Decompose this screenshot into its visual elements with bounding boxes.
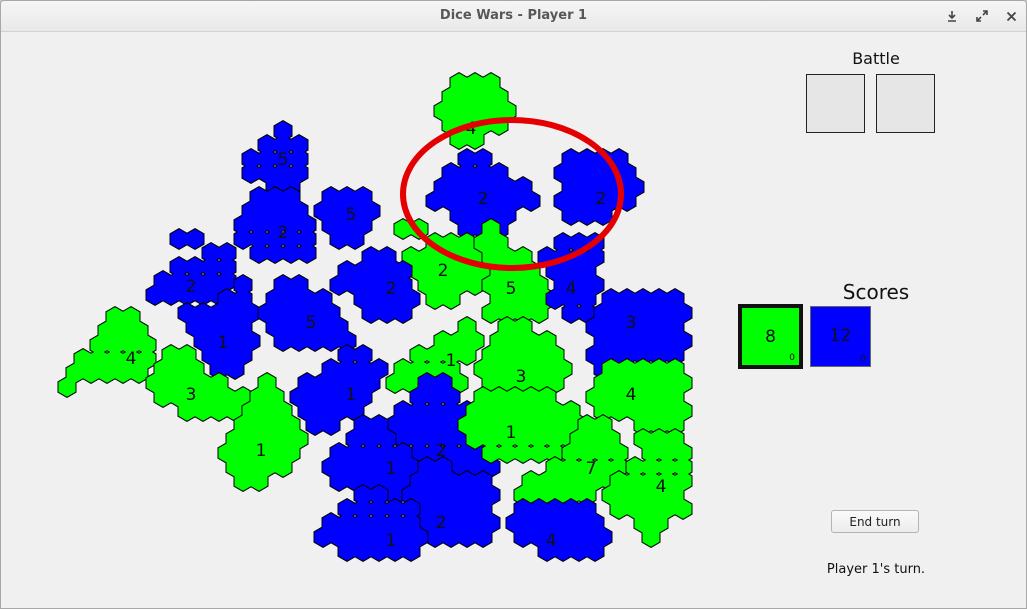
territory-blue[interactable]: 4 bbox=[505, 498, 613, 562]
score-value: 12 bbox=[829, 326, 852, 346]
dice-count: 5 bbox=[278, 150, 289, 170]
battle-label: Battle bbox=[852, 49, 900, 68]
dice-count: 2 bbox=[596, 189, 607, 209]
game-area: 45522222254153431311421174214 Battle Sco… bbox=[1, 32, 1026, 608]
scores-label: Scores bbox=[842, 280, 910, 304]
dice-count: 5 bbox=[306, 313, 317, 333]
close-icon[interactable] bbox=[1002, 7, 1020, 25]
game-map: 455222 222 5 415 34313114211 7421 4 bbox=[57, 72, 693, 562]
territory-blue[interactable]: 2 bbox=[553, 148, 645, 226]
status-text: Player 1's turn. bbox=[826, 562, 926, 577]
score-reserve: 0 bbox=[789, 353, 795, 363]
dice-count: 1 bbox=[256, 441, 267, 461]
battle-defender-box bbox=[876, 74, 935, 133]
maximize-icon[interactable] bbox=[973, 7, 991, 25]
window-title: Dice Wars - Player 1 bbox=[439, 8, 588, 23]
score-value: 8 bbox=[765, 327, 776, 347]
download-icon[interactable] bbox=[943, 7, 961, 25]
territory-blue[interactable]: 5 bbox=[313, 186, 381, 250]
dice-count: 1 bbox=[346, 385, 357, 405]
dice-count: 3 bbox=[186, 385, 197, 405]
dice-count: 2 bbox=[186, 277, 197, 297]
dice-count: 7 bbox=[586, 459, 597, 479]
territory-green[interactable]: 3 bbox=[473, 316, 573, 394]
territory-green[interactable]: 4 bbox=[57, 306, 157, 398]
dice-count: 2 bbox=[436, 513, 447, 533]
score-reserve: 0 bbox=[860, 354, 866, 364]
title-bar: Dice Wars - Player 1 bbox=[1, 1, 1026, 32]
dice-count: 4 bbox=[126, 349, 137, 369]
territory-blue[interactable]: 2 bbox=[233, 186, 317, 264]
dice-count: 1 bbox=[218, 333, 229, 353]
dice-count: 1 bbox=[386, 531, 397, 551]
dice-count: 4 bbox=[566, 279, 577, 299]
dice-count: 2 bbox=[438, 261, 449, 281]
dice-count: 1 bbox=[446, 351, 457, 371]
end-turn-button[interactable]: End turn bbox=[831, 510, 919, 533]
dice-count: 1 bbox=[386, 459, 397, 479]
dice-count: 2 bbox=[478, 189, 489, 209]
dice-count: 3 bbox=[516, 367, 527, 387]
battle-attacker-box bbox=[806, 74, 865, 133]
dice-count: 5 bbox=[506, 279, 517, 299]
score-player-2: 12 0 bbox=[810, 306, 871, 367]
dice-count: 5 bbox=[346, 205, 357, 225]
dice-count: 1 bbox=[506, 423, 517, 443]
score-player-1: 8 0 bbox=[738, 304, 803, 369]
dice-count: 2 bbox=[386, 279, 397, 299]
dice-count: 2 bbox=[278, 223, 289, 243]
dice-count: 4 bbox=[546, 531, 557, 551]
app-window: Dice Wars - Player 1 4 5 5 2 2 2 2 2 2 5 4 1 5 3 4 3 1 3 1… bbox=[0, 0, 1027, 609]
dice-count: 4 bbox=[656, 477, 667, 497]
dice-count: 3 bbox=[626, 313, 637, 333]
dice-count: 4 bbox=[626, 385, 637, 405]
